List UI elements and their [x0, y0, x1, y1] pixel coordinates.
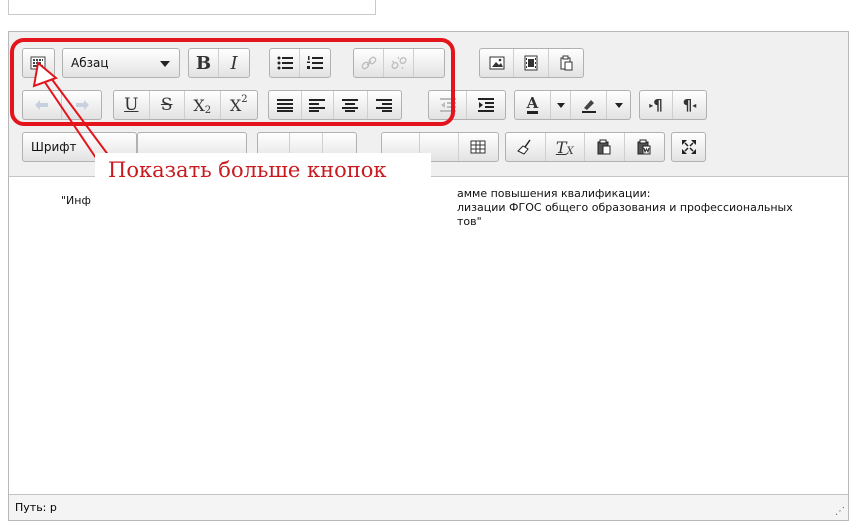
table-icon — [470, 140, 486, 154]
resize-handle[interactable]: ⋰ — [835, 506, 845, 517]
remove-format-sub: X — [566, 145, 574, 157]
text-color-button[interactable]: A — [515, 91, 551, 119]
fullscreen-button[interactable] — [672, 133, 705, 161]
annotation-highlight-box — [10, 38, 455, 126]
toolbar-group-insert — [479, 48, 584, 78]
indent-button[interactable] — [467, 91, 505, 119]
remove-format-label: T — [555, 137, 567, 157]
rtl-button[interactable]: ¶ ◂ — [673, 91, 706, 119]
arrow-left-icon: ◂ — [692, 100, 697, 110]
indent-icon — [478, 98, 494, 112]
text-color-label: A — [526, 94, 539, 114]
film-icon — [524, 55, 538, 71]
text-color-dropdown[interactable] — [551, 91, 571, 119]
content-text-line: лизации ФГОС общего образования и профес… — [457, 201, 793, 214]
paste-text-icon — [597, 139, 611, 155]
element-path: Путь: p — [15, 501, 57, 514]
ltr-label: ¶ — [653, 96, 663, 114]
broom-icon — [517, 139, 531, 155]
image-button[interactable] — [480, 49, 515, 77]
toolbar-group-fullscreen — [671, 132, 706, 162]
background-color-dropdown[interactable] — [607, 91, 630, 119]
paste-text-button[interactable] — [585, 133, 625, 161]
content-text-fragment: "Инф — [61, 194, 91, 207]
rtl-label: ¶ — [682, 96, 693, 114]
annotation-text: Показать больше кнопок — [108, 158, 387, 182]
clipboard-icon — [560, 55, 573, 71]
annotation-callout: Показать больше кнопок — [95, 153, 431, 193]
toolbar-group-colors: A — [514, 90, 631, 120]
table-button[interactable] — [459, 133, 498, 161]
fullscreen-icon — [681, 140, 696, 154]
paste-word-button[interactable] — [625, 133, 664, 161]
remove-format-button[interactable]: TX — [546, 133, 585, 161]
toolbar-group-clean: TX — [505, 132, 665, 162]
content-text-line: амме повышения квалификации: — [457, 187, 651, 200]
paste-word-icon — [637, 139, 651, 155]
editor-content-area[interactable]: "Инф амме повышения квалификации: лизаци… — [9, 177, 848, 495]
chevron-down-icon — [556, 102, 565, 108]
highlighter-icon — [581, 100, 596, 113]
image-icon — [489, 56, 505, 70]
toolbar-group-direction: ▸ ¶ ¶ ◂ — [639, 90, 707, 120]
previous-field[interactable] — [8, 0, 376, 15]
media-button[interactable] — [514, 49, 549, 77]
paste-button[interactable] — [549, 49, 583, 77]
background-color-button[interactable] — [571, 91, 607, 119]
chevron-down-icon — [614, 102, 623, 108]
cleanup-button[interactable] — [506, 133, 546, 161]
ltr-button[interactable]: ▸ ¶ — [640, 91, 674, 119]
font-select-value: Шрифт — [31, 140, 77, 154]
editor-statusbar: Путь: p ⋰ — [9, 494, 848, 520]
content-text-line: тов" — [457, 215, 482, 228]
